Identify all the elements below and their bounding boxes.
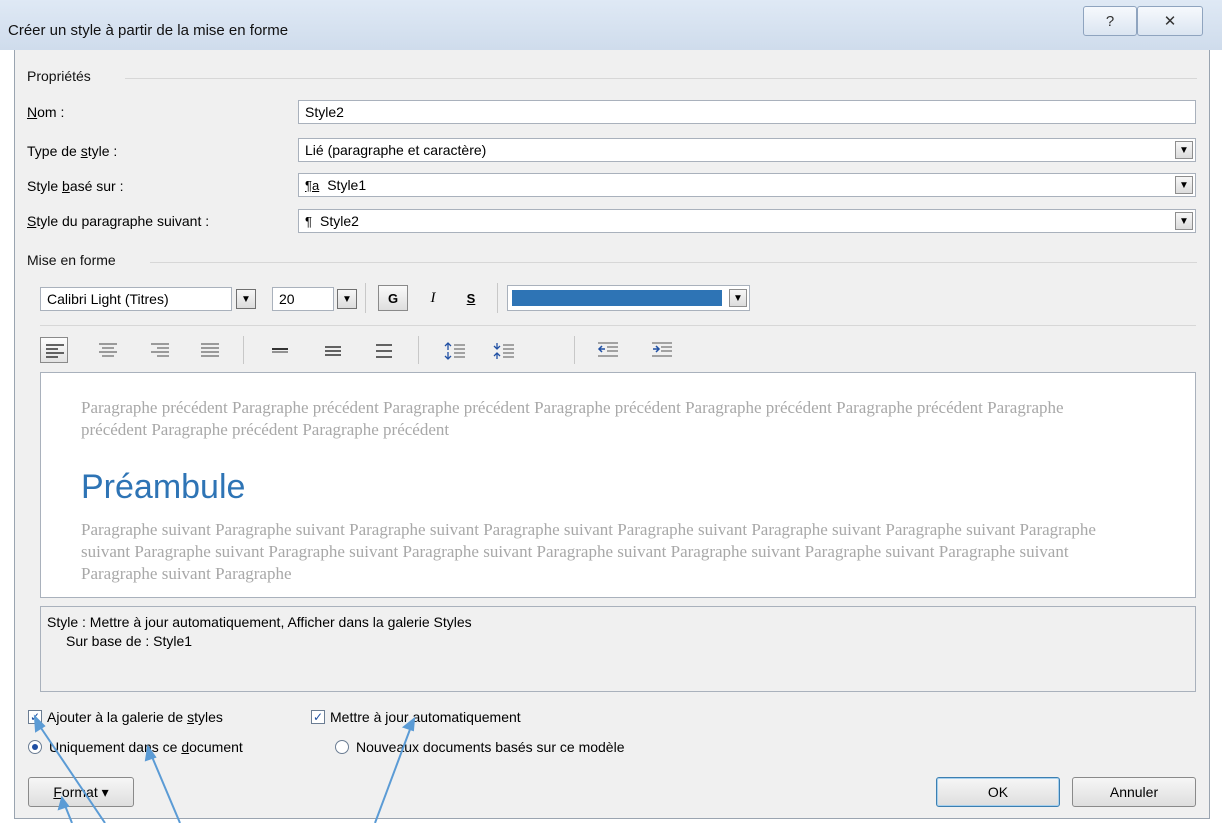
align-right-icon bbox=[151, 343, 169, 357]
title-bar: Créer un style à partir de la mise en fo… bbox=[0, 0, 1222, 50]
ok-button[interactable]: OK bbox=[936, 777, 1060, 807]
next-paragraph-select[interactable]: ¶ Style2 ▼ bbox=[298, 209, 1196, 233]
chevron-down-icon[interactable]: ▼ bbox=[1175, 212, 1193, 230]
toolbar-divider bbox=[497, 283, 498, 313]
font-size-input[interactable]: 20 bbox=[272, 287, 334, 311]
increase-indent-button[interactable] bbox=[647, 337, 675, 363]
size-dropdown-chevron-icon[interactable]: ▼ bbox=[337, 289, 357, 309]
align-left-button[interactable] bbox=[40, 337, 68, 363]
formatting-section: Mise en forme bbox=[27, 252, 116, 268]
toolbar-divider bbox=[574, 336, 575, 364]
font-dropdown-chevron-icon[interactable]: ▼ bbox=[236, 289, 256, 309]
style-description: Style : Mettre à jour automatiquement, A… bbox=[40, 606, 1196, 692]
increase-indent-icon bbox=[652, 342, 672, 357]
space-after-icon bbox=[493, 343, 514, 359]
toolbar-rule bbox=[40, 325, 1196, 326]
font-color-picker[interactable]: ▼ bbox=[507, 285, 750, 311]
cancel-button[interactable]: Annuler bbox=[1072, 777, 1196, 807]
toolbar-divider bbox=[243, 336, 244, 364]
only-this-document-label[interactable]: Uniquement dans ce document bbox=[49, 739, 243, 755]
color-swatch bbox=[512, 290, 722, 306]
formatting-divider bbox=[150, 262, 1197, 263]
double-spacing-icon bbox=[376, 344, 392, 358]
format-menu-button[interactable]: Format ▾ bbox=[28, 777, 134, 807]
chevron-down-icon[interactable]: ▼ bbox=[1175, 141, 1193, 159]
paragraph-style-icon: ¶ bbox=[305, 213, 312, 229]
properties-heading: Propriétés bbox=[27, 68, 91, 84]
justify-button[interactable] bbox=[196, 337, 224, 363]
chevron-down-icon[interactable]: ▼ bbox=[1175, 176, 1193, 194]
based-on-label: Style basé sur : bbox=[27, 178, 124, 194]
single-spacing-button[interactable] bbox=[266, 337, 294, 363]
decrease-indent-icon bbox=[597, 342, 618, 357]
align-center-button[interactable] bbox=[94, 337, 122, 363]
decrease-indent-button[interactable] bbox=[593, 337, 621, 363]
toolbar-divider bbox=[418, 336, 419, 364]
space-before-icon bbox=[444, 342, 465, 360]
close-button[interactable]: ✕ bbox=[1137, 6, 1203, 36]
style-type-label: Type de style : bbox=[27, 143, 118, 159]
name-label: Nom : bbox=[27, 104, 65, 120]
auto-update-checkbox[interactable]: ✓ bbox=[311, 710, 325, 724]
style-preview: Paragraphe précédent Paragraphe précéden… bbox=[40, 372, 1196, 598]
dialog-title: Créer un style à partir de la mise en fo… bbox=[8, 22, 289, 39]
underline-button[interactable]: S bbox=[456, 285, 486, 311]
new-documents-label[interactable]: Nouveaux documents basés sur ce modèle bbox=[356, 739, 624, 755]
justify-icon bbox=[201, 343, 219, 357]
linked-style-icon: ¶a bbox=[305, 177, 320, 193]
close-icon: ✕ bbox=[1163, 13, 1177, 30]
properties-divider bbox=[125, 78, 1197, 79]
double-spacing-button[interactable] bbox=[370, 337, 398, 363]
based-on-select[interactable]: ¶a Style1 ▼ bbox=[298, 173, 1196, 197]
help-button[interactable]: ? bbox=[1083, 6, 1137, 36]
description-line-1: Style : Mettre à jour automatiquement, A… bbox=[47, 614, 472, 630]
space-after-button[interactable] bbox=[489, 337, 517, 363]
add-to-gallery-checkbox[interactable]: ✓ bbox=[28, 710, 42, 724]
name-input[interactable]: Style2 bbox=[298, 100, 1196, 124]
space-before-button[interactable] bbox=[440, 337, 468, 363]
align-right-button[interactable] bbox=[146, 337, 174, 363]
font-name-input[interactable]: Calibri Light (Titres) bbox=[40, 287, 232, 311]
properties-section: Propriétés bbox=[27, 68, 91, 84]
align-center-icon bbox=[99, 343, 117, 357]
add-to-gallery-label[interactable]: Ajouter à la galerie de styles bbox=[47, 709, 223, 725]
toolbar-divider bbox=[365, 283, 366, 313]
only-this-document-radio[interactable] bbox=[28, 740, 42, 754]
auto-update-label[interactable]: Mettre à jour automatiquement bbox=[330, 709, 521, 725]
new-documents-radio[interactable] bbox=[335, 740, 349, 754]
preview-heading: Préambule bbox=[81, 468, 246, 506]
following-paragraph-text: Paragraphe suivant Paragraphe suivant Pa… bbox=[81, 520, 1096, 583]
formatting-heading: Mise en forme bbox=[27, 252, 116, 268]
next-paragraph-label: Style du paragraphe suivant : bbox=[27, 213, 210, 229]
description-line-2: Sur base de : Style1 bbox=[66, 633, 193, 649]
align-left-icon bbox=[46, 344, 64, 358]
italic-button[interactable]: I bbox=[418, 285, 448, 311]
style-type-select[interactable]: Lié (paragraphe et caractère) ▼ bbox=[298, 138, 1196, 162]
help-icon: ? bbox=[1105, 12, 1115, 30]
bold-button[interactable]: G bbox=[378, 285, 408, 311]
previous-paragraph-text: Paragraphe précédent Paragraphe précéden… bbox=[81, 398, 1064, 439]
chevron-down-icon[interactable]: ▼ bbox=[729, 289, 747, 307]
single-spacing-icon bbox=[272, 348, 288, 353]
one-half-spacing-button[interactable] bbox=[319, 337, 347, 363]
one-half-spacing-icon bbox=[325, 346, 341, 356]
